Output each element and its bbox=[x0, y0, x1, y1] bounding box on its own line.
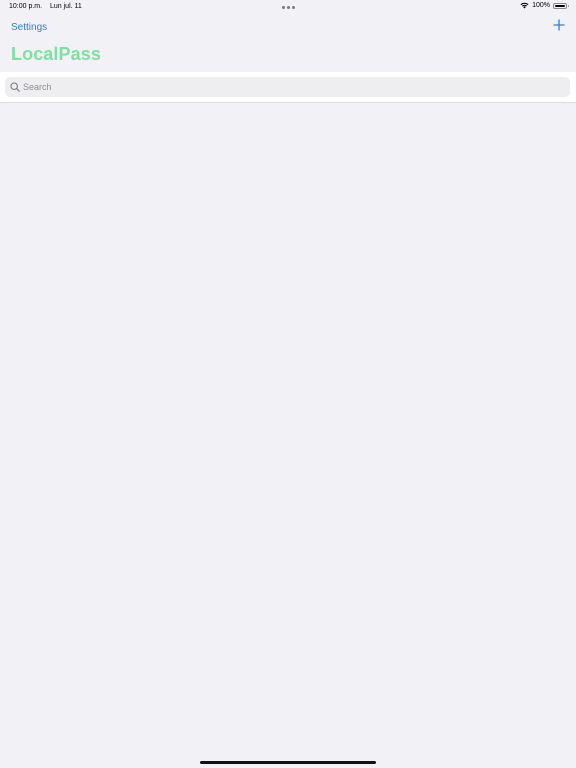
search-bar-container bbox=[0, 72, 576, 103]
settings-button[interactable]: Settings bbox=[11, 22, 47, 33]
search-field[interactable] bbox=[5, 77, 570, 97]
search-icon bbox=[9, 82, 20, 93]
status-indicators: 100% bbox=[520, 2, 569, 9]
add-button[interactable] bbox=[552, 18, 566, 32]
battery-percentage: 100% bbox=[532, 2, 550, 9]
wifi-icon bbox=[520, 2, 529, 9]
home-indicator[interactable] bbox=[200, 761, 376, 764]
status-bar: 10:00 p.m. Lun jul. 11 100% bbox=[0, 0, 576, 14]
battery-icon bbox=[553, 2, 569, 9]
navigation-bar: Settings LocalPass bbox=[0, 14, 576, 72]
multitasking-dots-icon[interactable] bbox=[282, 6, 295, 9]
search-input[interactable] bbox=[20, 79, 543, 95]
battery-fill bbox=[555, 4, 565, 7]
status-date: Lun jul. 11 bbox=[50, 3, 82, 10]
plus-icon bbox=[553, 19, 565, 31]
page-title: LocalPass bbox=[11, 44, 101, 64]
status-time: 10:00 p.m. bbox=[9, 3, 43, 10]
password-list-area bbox=[0, 103, 576, 768]
